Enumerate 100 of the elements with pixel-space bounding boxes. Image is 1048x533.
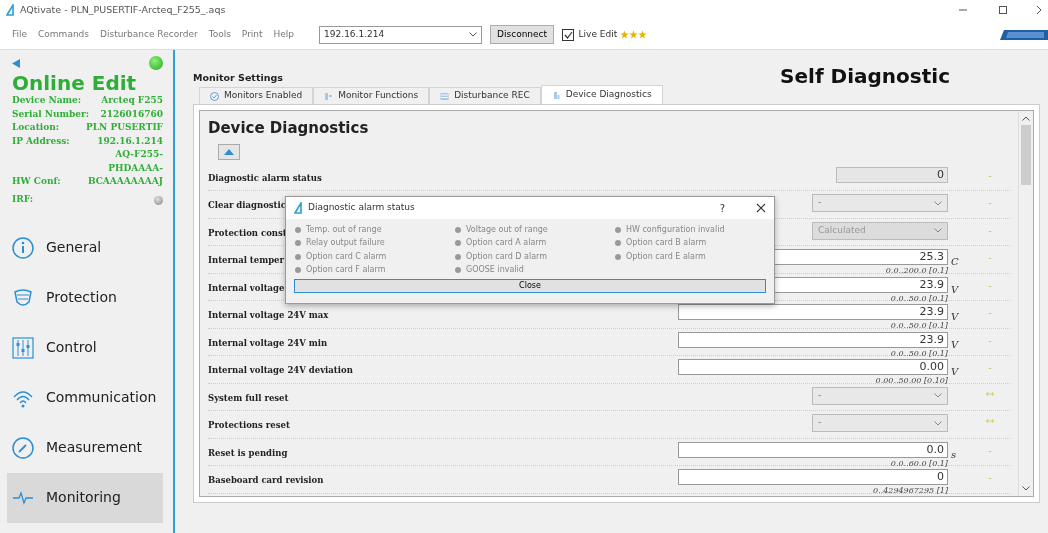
info-label: Location: bbox=[12, 121, 60, 135]
gauge-icon bbox=[12, 436, 34, 459]
input-field[interactable]: 0.0 bbox=[678, 441, 948, 458]
live-edit-checkbox[interactable] bbox=[562, 28, 575, 41]
menu-item[interactable]: Tools bbox=[208, 27, 231, 42]
star-icon bbox=[628, 30, 638, 39]
app-logo-icon bbox=[294, 202, 303, 214]
dropdown[interactable]: - bbox=[812, 386, 948, 405]
unit-label: V bbox=[950, 310, 960, 324]
info-value: 192.16.1.214 bbox=[97, 134, 163, 148]
setting-label: Internal voltage bbox=[208, 282, 285, 293]
help-button[interactable]: ? bbox=[719, 200, 725, 216]
menu-item[interactable]: File bbox=[12, 27, 28, 42]
info-value: Arcteq F255 bbox=[101, 94, 163, 108]
tab-icon bbox=[210, 91, 219, 101]
tab[interactable]: Disturbance REC bbox=[429, 87, 541, 104]
alarm-label: HW configuration invalid bbox=[626, 223, 725, 236]
info-label: Serial Number: bbox=[12, 107, 90, 121]
tab[interactable]: Device Diagnostics bbox=[540, 85, 663, 104]
close-icon[interactable] bbox=[756, 203, 766, 213]
readonly-field: 0 bbox=[836, 166, 948, 183]
alarm-label: Option card D alarm bbox=[466, 250, 547, 263]
status-marker: - bbox=[987, 279, 993, 293]
setting-label: Clear diagnostic bbox=[208, 200, 286, 210]
alarm-label: Voltage out of range bbox=[466, 223, 548, 236]
nav-item[interactable]: Measurement bbox=[7, 422, 163, 473]
info-value: AQ-F255-PHDAAAA-BCAAAAAAAAJ bbox=[86, 148, 163, 189]
chevron-icon[interactable] bbox=[1036, 5, 1042, 15]
checkbox-label: Live Edit bbox=[578, 27, 618, 41]
star-icon bbox=[637, 30, 647, 39]
status-marker: - bbox=[987, 197, 993, 210]
app-logo-icon bbox=[6, 4, 15, 16]
section-title: Monitor Settings bbox=[193, 70, 283, 85]
menu-item[interactable]: Commands bbox=[38, 27, 89, 42]
setting-label: Internal temper bbox=[208, 255, 284, 265]
unit-label: C bbox=[950, 255, 960, 269]
close-button[interactable]: Close bbox=[294, 279, 766, 293]
status-marker: ** bbox=[984, 417, 996, 430]
address-combobox[interactable]: 192.16.1.214 bbox=[319, 25, 483, 44]
range-hint: 0.0..200.0 [0.1] bbox=[885, 265, 948, 277]
dialog-title: Diagnostic alarm status bbox=[308, 201, 415, 215]
dropdown[interactable]: - bbox=[812, 414, 948, 432]
unit-label: V bbox=[950, 365, 960, 379]
brand-logo-icon bbox=[1000, 28, 1048, 41]
input-field[interactable]: 0 bbox=[678, 469, 948, 485]
nav-item[interactable]: General bbox=[7, 222, 163, 273]
nav-item[interactable]: Control bbox=[7, 322, 163, 373]
menu-item[interactable]: Help bbox=[273, 27, 295, 42]
alarm-label: Option card A alarm bbox=[466, 237, 547, 250]
setting-label: Baseboard card revision bbox=[208, 475, 324, 485]
scroll-up-icon[interactable] bbox=[1022, 116, 1030, 121]
scroll-down-icon[interactable] bbox=[1022, 486, 1030, 491]
info-icon bbox=[12, 236, 34, 259]
status-marker: - bbox=[987, 334, 993, 348]
setting-label: Internal voltage 24V max bbox=[208, 310, 329, 320]
range-hint: 0..4294967295 [1] bbox=[873, 485, 948, 497]
status-marker: - bbox=[987, 362, 993, 375]
info-label: IRF: bbox=[12, 193, 34, 207]
nav-item[interactable]: Communication bbox=[7, 372, 163, 423]
unit-label: V bbox=[950, 282, 960, 297]
unit-label: s bbox=[950, 447, 958, 462]
scrollbar[interactable] bbox=[1018, 111, 1033, 496]
nav-item[interactable]: Monitoring bbox=[7, 472, 163, 523]
tab-icon bbox=[324, 91, 334, 101]
status-marker: - bbox=[987, 224, 993, 238]
input-field[interactable]: 23.9 bbox=[678, 304, 948, 320]
disconnect-button[interactable]: Disconnect bbox=[490, 25, 555, 44]
info-value: PLN PUSERTIF bbox=[85, 121, 163, 135]
input-field[interactable]: 0.00 bbox=[678, 359, 948, 375]
status-marker: - bbox=[987, 252, 993, 265]
info-value: 2126016760 bbox=[100, 107, 163, 121]
back-arrow-icon[interactable] bbox=[12, 58, 20, 68]
scroll-thumb[interactable] bbox=[1021, 125, 1031, 185]
status-marker: - bbox=[987, 169, 993, 183]
dropdown-icon bbox=[469, 32, 478, 37]
setting-label: Reset is pending bbox=[208, 447, 288, 458]
unit-label: V bbox=[950, 337, 960, 352]
maximize-icon[interactable] bbox=[998, 5, 1008, 15]
setting-label: Protection const bbox=[208, 227, 287, 238]
range-hint: 0.0..50.0 [0.1] bbox=[890, 320, 948, 332]
tab-icon bbox=[551, 90, 561, 100]
tab[interactable]: Monitor Functions bbox=[313, 87, 430, 104]
nav-item[interactable]: Protection bbox=[7, 272, 163, 323]
menu-item[interactable]: Disturbance Recorder bbox=[100, 27, 198, 42]
input-field[interactable]: 23.9 bbox=[678, 331, 948, 348]
shield-icon bbox=[12, 286, 34, 309]
dropdown-icon bbox=[934, 200, 942, 206]
tab[interactable]: Monitors Enabled bbox=[199, 87, 314, 104]
setting-label: Internal voltage 24V min bbox=[208, 337, 328, 348]
mode-title: Online Edit bbox=[12, 72, 138, 95]
range-hint: 0.0..60.0 [0.1] bbox=[890, 457, 948, 470]
dropdown-icon bbox=[934, 393, 942, 398]
setting-label: System full reset bbox=[208, 392, 289, 403]
collapse-button[interactable] bbox=[218, 143, 240, 160]
status-marker: - bbox=[987, 472, 993, 485]
section-heading: Device Diagnostics bbox=[208, 118, 370, 139]
sliders-icon bbox=[12, 336, 34, 359]
dropdown[interactable]: - bbox=[812, 194, 948, 212]
status-marker: - bbox=[987, 444, 993, 458]
menu-item[interactable]: Print bbox=[241, 27, 263, 42]
